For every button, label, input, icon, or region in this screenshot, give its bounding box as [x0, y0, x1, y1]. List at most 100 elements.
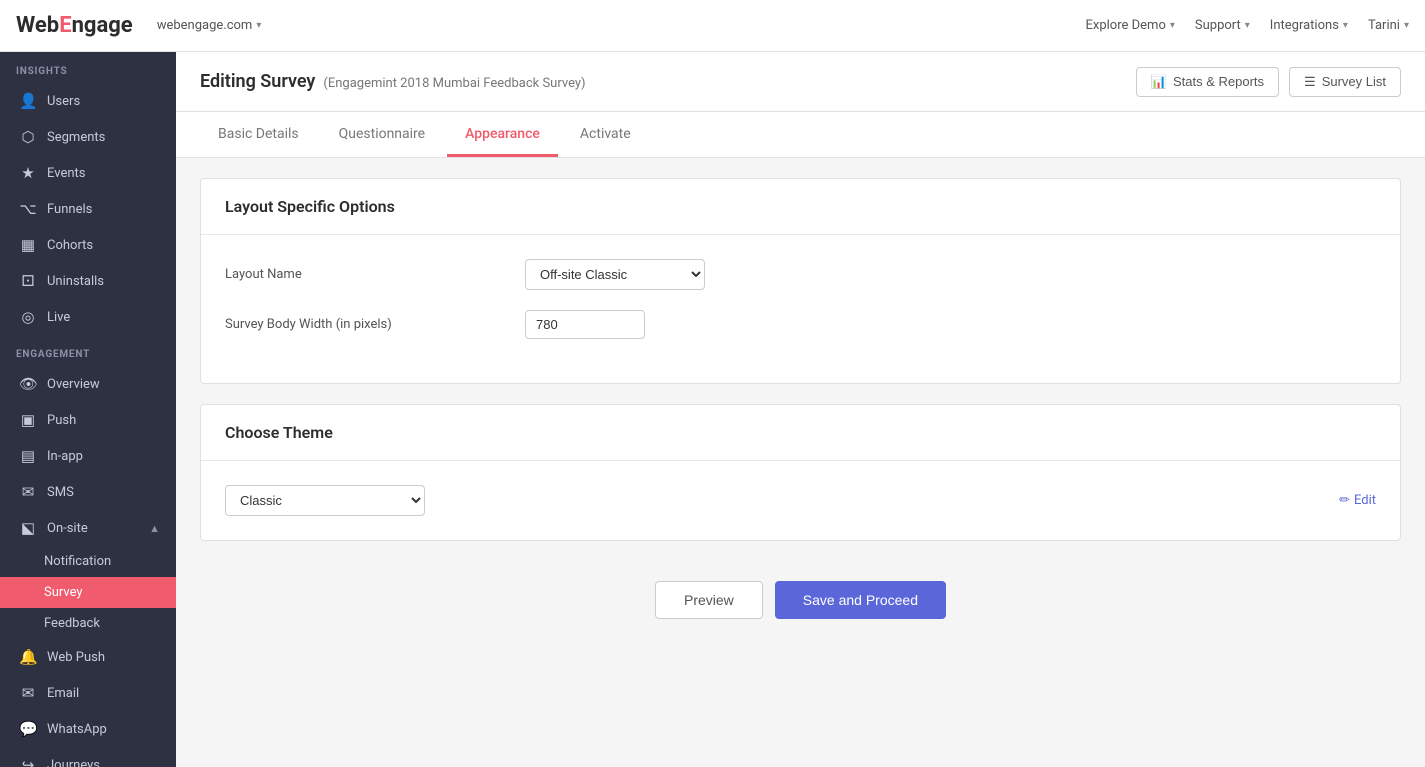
sidebar-item-label: Live: [47, 310, 70, 325]
layout-name-label: Layout Name: [225, 267, 525, 282]
stats-reports-button[interactable]: 📊 Stats & Reports: [1136, 67, 1279, 97]
sidebar-item-users[interactable]: 👤 Users: [0, 83, 176, 119]
page-title-area: Editing Survey (Engagemint 2018 Mumbai F…: [200, 71, 586, 92]
onsite-icon: ⬕: [19, 519, 37, 537]
tab-appearance[interactable]: Appearance: [447, 112, 558, 157]
save-proceed-button[interactable]: Save and Proceed: [775, 581, 946, 619]
sidebar-item-funnels[interactable]: ⌥ Funnels: [0, 191, 176, 227]
survey-list-icon: ☰: [1304, 74, 1316, 90]
cohorts-icon: ▦: [19, 236, 37, 254]
sidebar-item-label: In-app: [47, 449, 83, 464]
survey-list-label: Survey List: [1322, 74, 1386, 89]
sidebar-item-push[interactable]: ▣ Push: [0, 402, 176, 438]
sidebar-item-onsite[interactable]: ⬕ On-site ▲: [0, 510, 176, 546]
explore-chevron-icon: ▾: [1170, 20, 1175, 31]
theme-select[interactable]: Classic Modern Minimal: [225, 485, 425, 516]
sidebar-item-label: Segments: [47, 130, 105, 145]
feedback-label: Feedback: [44, 616, 100, 631]
theme-row: Classic Modern Minimal ✏ Edit: [225, 485, 1376, 516]
sidebar-item-webpush[interactable]: 🔔 Web Push: [0, 639, 176, 675]
overview-icon: 👁: [19, 375, 37, 393]
sidebar-item-overview[interactable]: 👁 Overview: [0, 366, 176, 402]
user-menu[interactable]: Tarini ▾: [1368, 18, 1409, 33]
sidebar-item-label: Overview: [47, 377, 100, 392]
page-title: Editing Survey: [200, 71, 315, 92]
sidebar-sub-notification[interactable]: Notification: [0, 546, 176, 577]
layout-panel-header: Layout Specific Options: [201, 179, 1400, 235]
body-width-row: Survey Body Width (in pixels): [225, 310, 1376, 339]
user-label: Tarini: [1368, 18, 1400, 33]
push-icon: ▣: [19, 411, 37, 429]
support-label: Support: [1195, 18, 1241, 33]
survey-label: Survey: [44, 585, 83, 600]
domain-label: webengage.com: [157, 18, 253, 33]
support-menu[interactable]: Support ▾: [1195, 18, 1250, 33]
body-width-label: Survey Body Width (in pixels): [225, 317, 525, 332]
tabs-bar: Basic Details Questionnaire Appearance A…: [176, 112, 1425, 158]
sidebar-item-cohorts[interactable]: ▦ Cohorts: [0, 227, 176, 263]
sidebar: INSIGHTS 👤 Users ⬡ Segments ★ Events ⌥ F…: [0, 52, 176, 767]
domain-chevron-icon: ▾: [256, 20, 261, 31]
webpush-icon: 🔔: [19, 648, 37, 666]
edit-theme-link[interactable]: ✏ Edit: [1339, 493, 1376, 508]
sidebar-sub-survey[interactable]: Survey: [0, 577, 176, 608]
onsite-expand-icon: ▲: [149, 522, 160, 535]
tab-activate[interactable]: Activate: [562, 112, 649, 157]
sidebar-item-label: Users: [47, 94, 80, 109]
segments-icon: ⬡: [19, 128, 37, 146]
survey-list-button[interactable]: ☰ Survey List: [1289, 67, 1401, 97]
edit-icon: ✏: [1339, 493, 1350, 508]
sidebar-item-inapp[interactable]: ▤ In-app: [0, 438, 176, 474]
insights-section-label: INSIGHTS: [0, 52, 176, 83]
theme-panel-header: Choose Theme: [201, 405, 1400, 461]
sidebar-item-label: Funnels: [47, 202, 92, 217]
layout-name-row: Layout Name Off-site Classic On-site Cla…: [225, 259, 1376, 290]
domain-selector[interactable]: webengage.com ▾: [149, 14, 270, 37]
funnels-icon: ⌥: [19, 200, 37, 218]
uninstalls-icon: ⚀: [19, 272, 37, 290]
edit-label: Edit: [1354, 493, 1376, 508]
integrations-label: Integrations: [1270, 18, 1339, 33]
sidebar-item-label: Journeys: [47, 758, 100, 767]
sidebar-item-journeys[interactable]: ↪ Journeys: [0, 747, 176, 767]
live-icon: ◎: [19, 308, 37, 326]
content-panels: Layout Specific Options Layout Name Off-…: [176, 158, 1425, 767]
sidebar-item-label: WhatsApp: [47, 722, 107, 737]
sidebar-item-email[interactable]: ✉ Email: [0, 675, 176, 711]
sidebar-item-label: SMS: [47, 485, 74, 500]
sidebar-item-live[interactable]: ◎ Live: [0, 299, 176, 335]
sidebar-item-uninstalls[interactable]: ⚀ Uninstalls: [0, 263, 176, 299]
explore-demo-menu[interactable]: Explore Demo ▾: [1086, 18, 1175, 33]
save-proceed-label: Save and Proceed: [803, 592, 918, 608]
preview-button[interactable]: Preview: [655, 581, 763, 619]
page-header: Editing Survey (Engagemint 2018 Mumbai F…: [176, 52, 1425, 112]
sidebar-item-sms[interactable]: ✉ SMS: [0, 474, 176, 510]
top-navbar: WebEngage webengage.com ▾ Explore Demo ▾…: [0, 0, 1425, 52]
notification-label: Notification: [44, 554, 111, 569]
integrations-menu[interactable]: Integrations ▾: [1270, 18, 1348, 33]
logo: WebEngage: [16, 13, 133, 38]
sidebar-item-whatsapp[interactable]: 💬 WhatsApp: [0, 711, 176, 747]
topnav-right: Explore Demo ▾ Support ▾ Integrations ▾ …: [1086, 18, 1410, 33]
user-chevron-icon: ▾: [1404, 20, 1409, 31]
sms-icon: ✉: [19, 483, 37, 501]
sidebar-item-label: On-site: [47, 521, 88, 536]
sidebar-item-label: Push: [47, 413, 76, 428]
tab-questionnaire[interactable]: Questionnaire: [321, 112, 444, 157]
sidebar-item-label: Web Push: [47, 650, 105, 665]
page-subtitle: (Engagemint 2018 Mumbai Feedback Survey): [323, 76, 585, 91]
preview-label: Preview: [684, 592, 734, 608]
explore-demo-label: Explore Demo: [1086, 18, 1166, 33]
body-width-input[interactable]: [525, 310, 645, 339]
tab-basic-details[interactable]: Basic Details: [200, 112, 317, 157]
layout-options-panel: Layout Specific Options Layout Name Off-…: [200, 178, 1401, 384]
sidebar-item-segments[interactable]: ⬡ Segments: [0, 119, 176, 155]
choose-theme-panel: Choose Theme Classic Modern Minimal ✏ Ed…: [200, 404, 1401, 541]
layout-name-select[interactable]: Off-site Classic On-site Classic On-site…: [525, 259, 705, 290]
sidebar-item-events[interactable]: ★ Events: [0, 155, 176, 191]
sidebar-item-label: Uninstalls: [47, 274, 104, 289]
page-header-actions: 📊 Stats & Reports ☰ Survey List: [1136, 67, 1401, 97]
stats-reports-icon: 📊: [1151, 74, 1167, 90]
events-icon: ★: [19, 164, 37, 182]
sidebar-sub-feedback[interactable]: Feedback: [0, 608, 176, 639]
